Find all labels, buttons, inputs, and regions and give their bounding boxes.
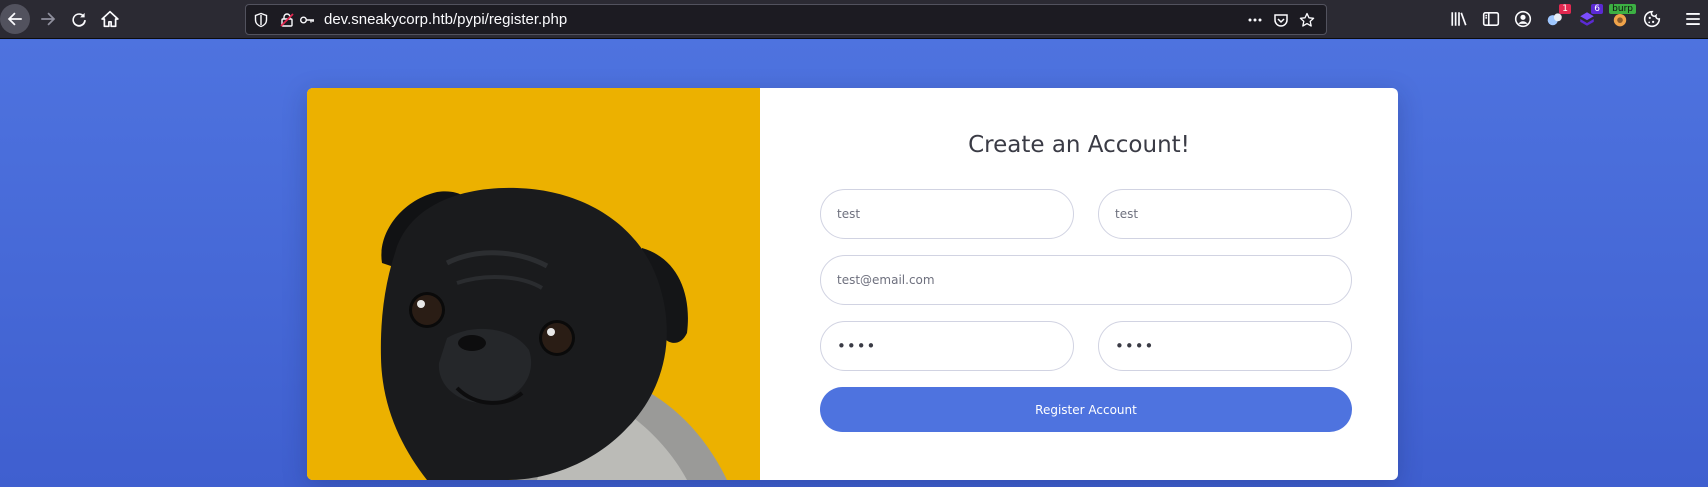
browser-toolbar: dev.sneakycorp.htb/pypi/register.php 1 6… [0, 0, 1708, 39]
key-icon[interactable] [298, 11, 316, 29]
forward-icon[interactable] [33, 4, 63, 34]
burp-icon[interactable]: burp [1607, 4, 1636, 32]
page-background: Create an Account! test test test@email.… [0, 40, 1708, 487]
last-name-input[interactable]: test [1098, 189, 1352, 239]
home-icon[interactable] [95, 4, 125, 34]
menu-icon[interactable] [1680, 6, 1706, 32]
more-actions-icon[interactable] [1246, 11, 1264, 29]
register-form: Create an Account! test test test@email.… [760, 88, 1398, 480]
reload-icon[interactable] [64, 4, 94, 34]
extension-2-icon[interactable]: 6 [1574, 4, 1603, 32]
register-account-button[interactable]: Register Account [820, 387, 1352, 432]
bookmark-star-icon[interactable] [1298, 11, 1316, 29]
register-card: Create an Account! test test test@email.… [307, 88, 1398, 480]
address-bar[interactable]: dev.sneakycorp.htb/pypi/register.php [245, 4, 1327, 35]
library-icon[interactable] [1446, 6, 1472, 32]
pug-photo [307, 88, 760, 480]
url-text[interactable]: dev.sneakycorp.htb/pypi/register.php [324, 11, 567, 28]
repeat-password-input[interactable]: •••• [1098, 321, 1352, 371]
pocket-icon[interactable] [1272, 11, 1290, 29]
account-icon[interactable] [1510, 6, 1536, 32]
cookie-icon[interactable] [1639, 6, 1665, 32]
burp-badge: burp [1609, 4, 1636, 14]
password-input[interactable]: •••• [820, 321, 1074, 371]
form-title: Create an Account! [968, 132, 1190, 158]
back-icon[interactable] [0, 4, 30, 34]
first-name-input[interactable]: test [820, 189, 1074, 239]
extension-2-badge: 6 [1591, 4, 1603, 14]
insecure-lock-icon[interactable] [278, 11, 296, 29]
extension-1-icon[interactable]: 1 [1542, 4, 1571, 32]
email-input[interactable]: test@email.com [820, 255, 1352, 305]
shield-icon[interactable] [252, 11, 270, 29]
extension-1-badge: 1 [1559, 4, 1571, 14]
sidebar-icon[interactable] [1478, 6, 1504, 32]
